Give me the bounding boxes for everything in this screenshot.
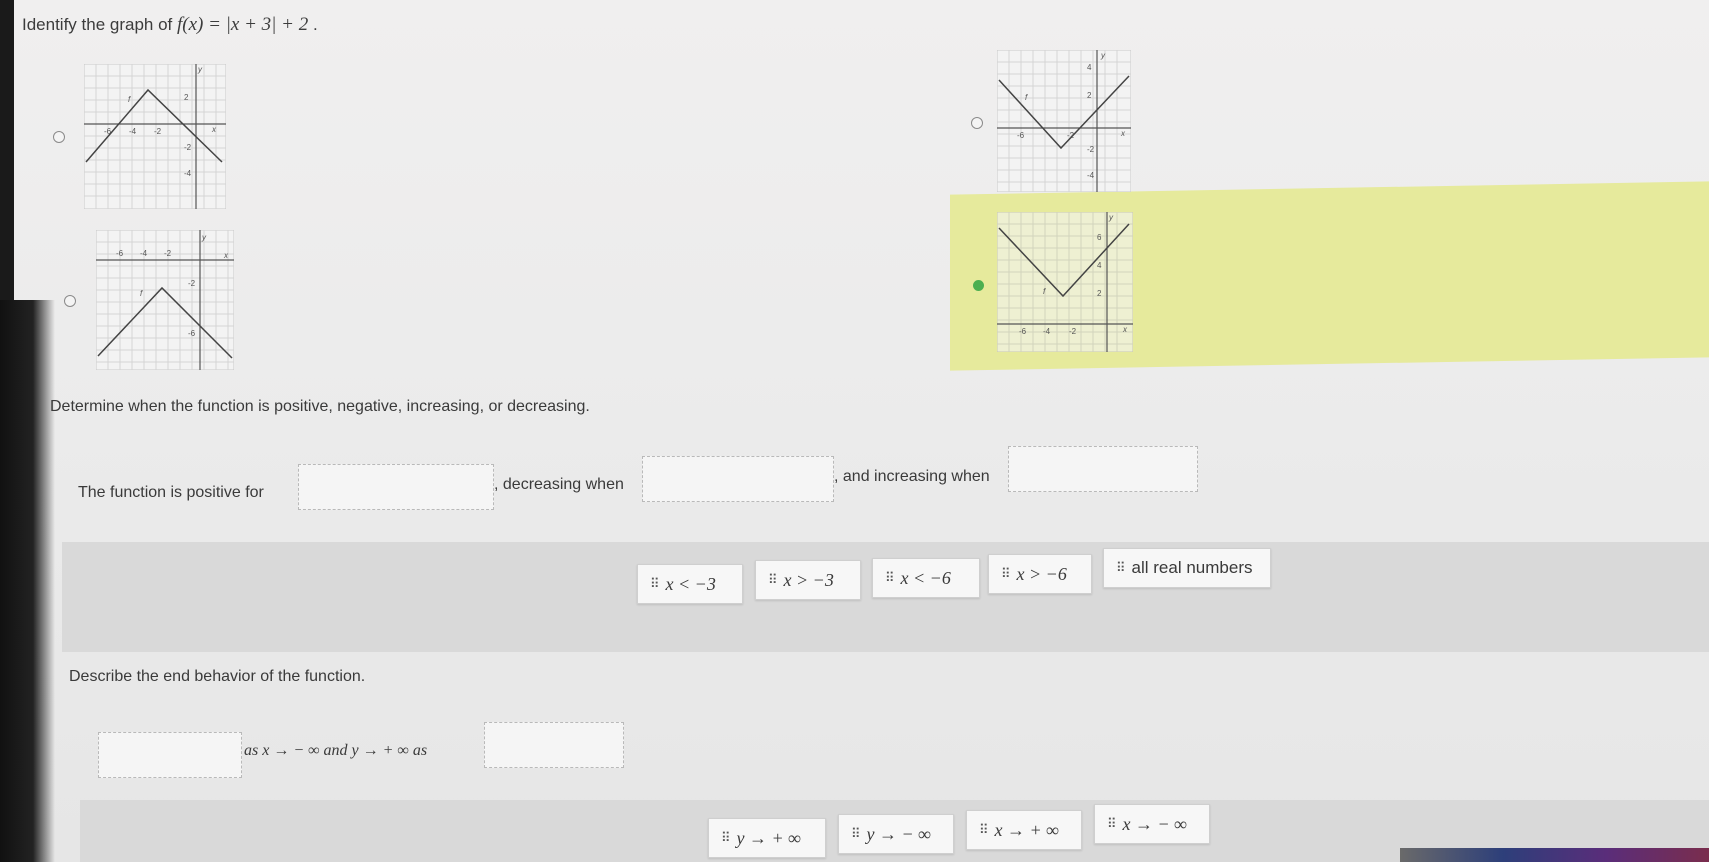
determine-prompt: Determine when the function is positive,… [50,398,590,415]
radio-option-3[interactable] [64,295,76,307]
drag-handle-icon[interactable]: ⠿ [721,830,730,846]
monitor-bezel-shadow [0,300,55,862]
chip-x-greater-neg3[interactable]: ⠿ x > −3 [755,560,861,600]
drag-handle-icon[interactable]: ⠿ [979,822,988,838]
chip-x-to-pos-inf[interactable]: ⠿ x → + ∞ [966,810,1082,850]
graph-1-tick: -4 [129,127,137,136]
graph-4-tick: 4 [1097,261,1102,270]
graph-option-3[interactable]: -6 -4 -2 x y -2 -6 f [96,230,234,370]
radio-option-2[interactable] [971,117,983,129]
graph-2-tick: 2 [1087,91,1092,100]
question-function: f(x) = |x + 3| + 2 [177,14,309,35]
graph-2-frame [997,50,1131,192]
graph-4-frame [997,212,1133,352]
chip-y-to-pos-inf[interactable]: ⠿ y → + ∞ [708,818,826,858]
end-behavior-drop-zone-2[interactable] [484,722,624,768]
graph-1-tick: -6 [104,127,112,136]
graph-4-tick: -4 [1043,327,1051,336]
graph-1-tick: -4 [184,169,192,178]
drag-handle-icon[interactable]: ⠿ [1001,566,1010,582]
graph-3-tick: -6 [188,329,196,338]
drag-handle-icon[interactable]: ⠿ [650,576,659,592]
graph-1-tick: -2 [154,127,162,136]
graph-2-tick: -2 [1067,131,1075,140]
graph-1-tick: -2 [184,143,192,152]
graph-3-tick: -2 [188,279,196,288]
graph-3-tick: -2 [164,249,172,258]
graph-2-tick: -4 [1087,171,1095,180]
graph-option-4[interactable]: -6 -4 -2 x y 6 4 2 f [997,212,1133,352]
drag-handle-icon[interactable]: ⠿ [1116,560,1125,576]
chip-x-to-neg-inf[interactable]: ⠿ x → − ∞ [1094,804,1210,844]
graph-4-tick: -2 [1069,327,1077,336]
graph-2-tick: 4 [1087,63,1092,72]
graph-4-tick: 6 [1097,233,1102,242]
decreasing-drop-zone[interactable] [642,456,834,502]
chip-all-real-numbers[interactable]: ⠿ all real numbers [1103,548,1271,588]
decreasing-label: , decreasing when [494,476,624,493]
graph-3-tick: -6 [116,249,124,258]
chip-x-less-neg6[interactable]: ⠿ x < −6 [872,558,980,598]
graph-option-1[interactable]: -6 -4 -2 x y 2 -2 -4 f [84,64,226,209]
radio-option-1[interactable] [53,131,65,143]
graph-3-tick: -4 [140,249,148,258]
end-behavior-drop-zone-1[interactable] [98,732,242,778]
chip-x-greater-neg6[interactable]: ⠿ x > −6 [988,554,1092,594]
question-suffix: . [308,15,318,34]
question-page [14,0,1709,862]
chip-y-to-neg-inf[interactable]: ⠿ y → − ∞ [838,814,954,854]
radio-option-4-selected[interactable] [973,280,984,291]
taskbar-strip [1400,848,1709,862]
end-behavior-text: as x → − ∞ and y → + ∞ as [244,742,428,759]
increasing-drop-zone[interactable] [1008,446,1198,492]
question-prefix: Identify the graph of [22,15,177,34]
chip-x-less-neg3[interactable]: ⠿ x < −3 [637,564,743,604]
end-behavior-prompt: Describe the end behavior of the functio… [69,668,366,685]
drag-handle-icon[interactable]: ⠿ [1107,816,1116,832]
drag-handle-icon[interactable]: ⠿ [768,572,777,588]
drag-handle-icon[interactable]: ⠿ [885,570,894,586]
question-text: Identify the graph of f(x) = |x + 3| + 2… [22,14,318,36]
graph-2-tick: -2 [1087,145,1095,154]
increasing-label: , and increasing when [834,468,990,485]
graph-2-tick: -6 [1017,131,1025,140]
positive-label: The function is positive for [78,484,264,501]
positive-drop-zone[interactable] [298,464,494,510]
graph-4-tick: -6 [1019,327,1027,336]
screen: Identify the graph of f(x) = |x + 3| + 2… [0,0,1709,862]
graph-1-tick: 2 [184,93,189,102]
drag-handle-icon[interactable]: ⠿ [851,826,860,842]
graph-option-2[interactable]: -6 -2 x y 4 2 -2 -4 f [997,50,1131,192]
graph-4-tick: 2 [1097,289,1102,298]
